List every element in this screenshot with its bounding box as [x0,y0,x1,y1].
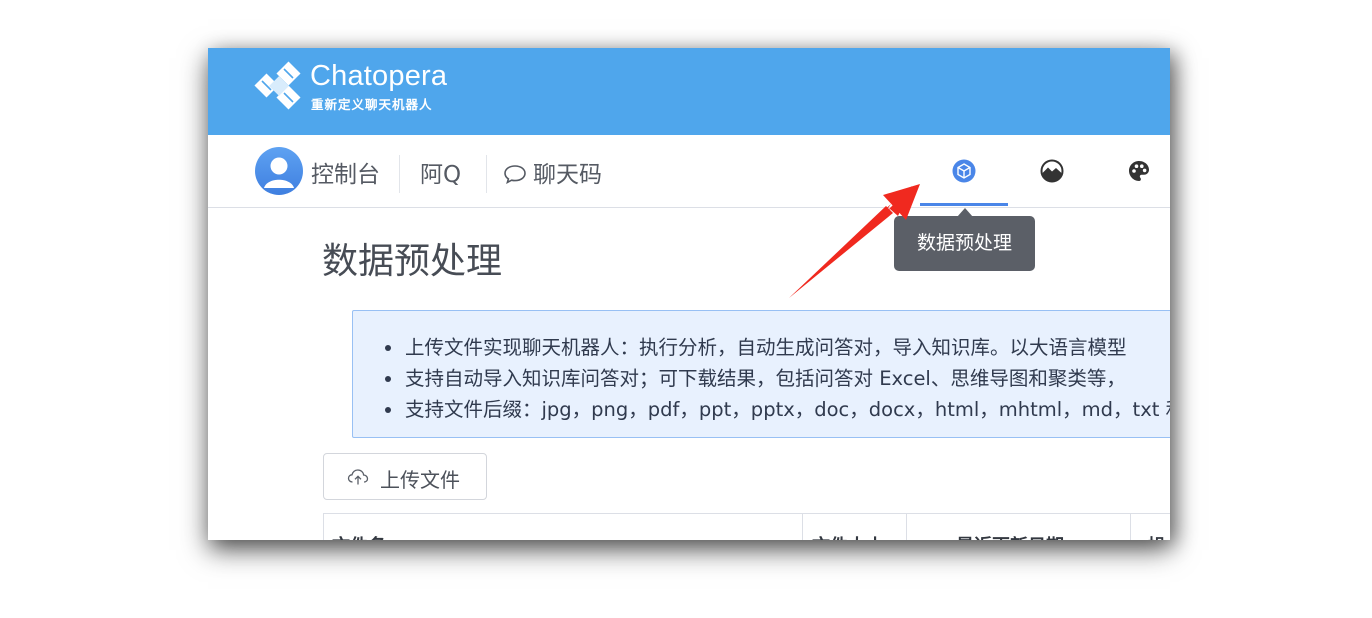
top-header-bar: Chatopera 重新定义聊天机器人 [208,48,1170,135]
nav-divider [399,155,400,193]
bullet-dot [385,345,391,351]
column-header-label: 文件名 [332,532,386,540]
user-avatar-icon[interactable] [255,147,303,195]
data-preprocess-icon[interactable] [952,159,976,183]
nav-console[interactable]: 控制台 [311,155,380,189]
nav-chatcode[interactable]: 聊天码 [533,155,602,189]
chatopera-logo-icon [254,61,301,110]
column-header-updated-date[interactable]: 最近更新日期 [906,514,1131,540]
brand-name: Chatopera [310,60,448,92]
column-header-label: 最近更新日期 [956,532,1064,540]
nav-divider [486,155,487,193]
upload-button-label: 上传文件 [380,468,460,492]
upload-file-button[interactable]: 上传文件 [323,453,487,500]
tooltip: 数据预处理 [894,216,1035,271]
column-header-filename[interactable]: 文件名 [324,514,803,540]
info-item: 上传文件实现聊天机器人：执行分析，自动生成问答对，导入知识库。以大语言模型 [405,336,1127,359]
info-item: 支持文件后缀：jpg，png，pdf，ppt，pptx，doc，docx，htm… [405,398,1170,421]
nav-bar: 控制台 阿Q 聊天码 [208,135,1170,208]
palette-icon[interactable] [1127,159,1151,183]
nav-aq[interactable]: 阿Q [420,155,461,189]
brand-tagline: 重新定义聊天机器人 [311,97,433,112]
cloud-upload-icon [347,469,369,485]
info-item: 支持自动导入知识库问答对；可下载结果，包括问答对 Excel、思维导图和聚类等， [405,367,1126,390]
bullet-dot [385,376,391,382]
page-title: 数据预处理 [322,241,503,282]
column-header-actions[interactable]: 操 [1130,514,1170,540]
bullet-dot [385,407,391,413]
column-header-label: 文件大小 [812,532,884,540]
file-table-header: 文件名 文件大小 最近更新日期 操 [323,513,1170,540]
info-notice: 上传文件实现聊天机器人：执行分析，自动生成问答对，导入知识库。以大语言模型 支持… [352,310,1170,438]
landscape-icon[interactable] [1040,159,1064,183]
chat-bubble-icon [504,165,526,184]
active-tab-indicator [920,203,1008,206]
app-window: Chatopera 重新定义聊天机器人 控制台 阿Q 聊天码 数据预处理 数据预… [208,48,1170,540]
column-header-label: 操 [1148,532,1166,540]
column-header-filesize[interactable]: 文件大小 [802,514,907,540]
